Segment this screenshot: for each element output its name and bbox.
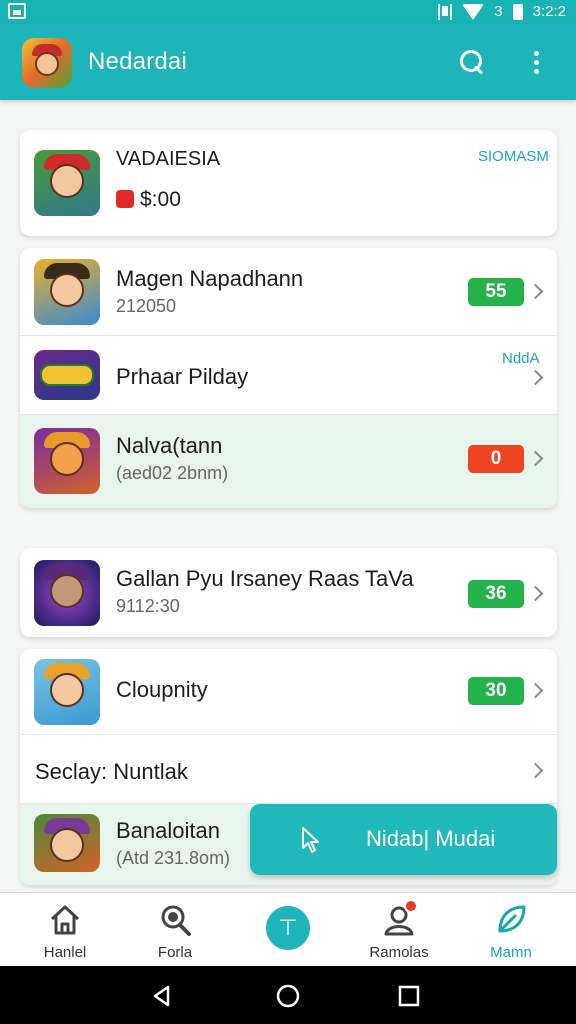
game-sub: 9112:30 <box>116 596 180 616</box>
chevron-right-icon <box>527 762 544 779</box>
nav-profile-label: Ramolas <box>369 944 429 961</box>
status-bar: 3 3:2:2 <box>0 0 576 24</box>
game-name: Nalva(tann <box>116 433 223 458</box>
game-thumbnail <box>34 814 100 872</box>
chevron-right-icon <box>527 682 544 699</box>
game-thumbnail <box>34 350 100 400</box>
notification-dot <box>404 899 418 913</box>
nav-profile[interactable]: Ramolas <box>354 899 444 963</box>
system-navigation-bar <box>0 966 576 1024</box>
game-list-b: Gallan Pyu Irsaney Raas TaVa 9112:30 36 <box>20 548 557 637</box>
nav-home[interactable]: Hanlel <box>20 901 110 963</box>
battery-icon <box>512 3 523 20</box>
count-badge: 36 <box>468 580 524 608</box>
game-name: Gallan Pyu Irsaney Raas TaVa <box>116 566 414 591</box>
game-list-a: Magen Napadhann 212050 55 Prhaar Pilday … <box>20 248 557 508</box>
primary-action-button[interactable]: Nidab| Mudai <box>250 804 557 875</box>
featured-card[interactable]: VADAIESIA $:00 SIOMASM <box>20 130 557 236</box>
chevron-right-icon <box>527 369 544 386</box>
featured-title: VADAIESIA <box>116 148 221 170</box>
recents-icon[interactable] <box>398 985 420 1007</box>
featured-price: $:00 <box>140 188 181 211</box>
count-badge: 55 <box>468 278 524 306</box>
wifi-icon <box>462 3 485 20</box>
nav-search-label: Forla <box>157 944 193 961</box>
app-bar: Nedardai <box>0 24 576 100</box>
chevron-right-icon <box>527 450 544 467</box>
app-logo[interactable] <box>22 38 72 88</box>
primary-action-label: Nidab| Mudai <box>366 826 496 851</box>
center-action-icon: ⊤ <box>278 915 298 940</box>
game-name: Magen Napadhann <box>116 266 304 291</box>
list-item[interactable]: Magen Napadhann 212050 55 <box>20 248 557 336</box>
game-thumbnail <box>34 428 100 494</box>
status-icons: 3 3:2:2 <box>438 3 566 20</box>
section-row-title: Seclay: Nuntlak <box>35 759 188 784</box>
nav-leaf-label: Mamn <box>490 944 532 961</box>
game-name: Cloupnity <box>116 677 208 702</box>
chevron-right-icon <box>527 585 544 602</box>
coin-icon <box>116 190 134 208</box>
battery-level-text: 3 <box>494 3 503 20</box>
home-icon <box>50 905 80 935</box>
game-sub: (Atd 231.8om) <box>116 848 231 868</box>
home-system-icon[interactable] <box>276 984 300 1008</box>
game-sub: (aed02 2bnm) <box>116 463 229 483</box>
featured-thumbnail <box>34 150 100 216</box>
back-icon[interactable] <box>150 984 174 1008</box>
magnifier-icon <box>161 905 191 936</box>
app-title: Nedardai <box>88 48 187 75</box>
pointer-icon <box>302 827 319 853</box>
game-thumbnail <box>34 259 100 325</box>
nav-home-label: Hanlel <box>43 944 87 961</box>
vibrate-icon <box>438 3 453 20</box>
game-thumbnail <box>34 560 100 626</box>
list-item[interactable]: Seclay: Nuntlak <box>20 735 557 804</box>
list-item[interactable]: Nalva(tann (aed02 2bnm) 0 <box>20 415 557 508</box>
count-badge: 0 <box>468 445 524 473</box>
list-item[interactable]: Cloupnity 30 <box>20 649 557 735</box>
gallery-notification-icon <box>8 3 26 19</box>
game-thumbnail <box>34 659 100 725</box>
leaf-icon <box>498 905 526 933</box>
game-name: Prhaar Pilday <box>116 364 249 389</box>
clock: 3:2:2 <box>532 3 566 20</box>
featured-tag: SIOMASM <box>478 148 549 165</box>
search-icon[interactable] <box>460 50 486 76</box>
list-item[interactable]: Gallan Pyu Irsaney Raas TaVa 9112:30 36 <box>20 548 557 637</box>
game-tag: NddA <box>502 350 540 367</box>
center-action-button[interactable]: ⊤ <box>266 906 310 950</box>
nav-search[interactable]: Forla <box>130 901 220 963</box>
game-sub: 212050 <box>116 296 177 316</box>
game-name: Banaloitan <box>116 818 220 843</box>
count-badge: 30 <box>468 677 524 705</box>
list-item[interactable]: Prhaar Pilday NddA <box>20 336 557 415</box>
more-options-icon[interactable] <box>527 51 547 77</box>
nav-leaf[interactable]: Mamn <box>466 901 556 963</box>
chevron-right-icon <box>527 283 544 300</box>
